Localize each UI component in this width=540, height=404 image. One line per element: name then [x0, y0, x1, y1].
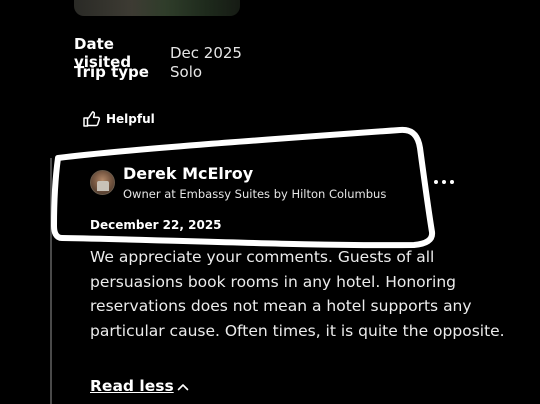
trip-type-value: Solo	[170, 63, 203, 81]
review-photo[interactable]	[74, 0, 240, 16]
helpful-button[interactable]: Helpful	[83, 111, 155, 127]
more-options-button[interactable]	[434, 174, 454, 190]
reply-divider	[50, 158, 52, 404]
reply-body: We appreciate your comments. Guests of a…	[90, 248, 505, 340]
date-visited-value: Dec 2025	[170, 44, 242, 62]
read-less-label: Read less	[90, 377, 174, 395]
trip-type-label: Trip type	[74, 63, 149, 81]
reply-date: December 22, 2025	[90, 218, 222, 232]
owner-avatar[interactable]	[90, 170, 115, 195]
helpful-label: Helpful	[106, 112, 155, 126]
more-dot	[442, 180, 446, 184]
thumbs-up-icon	[83, 111, 101, 127]
read-less-link[interactable]: Read less	[90, 377, 189, 395]
trip-type-row: Trip type Solo	[74, 63, 202, 81]
owner-name[interactable]: Derek McElroy	[123, 164, 253, 183]
review-page: Date visited Dec 2025 Trip type Solo Hel…	[0, 0, 540, 404]
more-horizontal-icon	[434, 180, 438, 184]
owner-role: Owner at Embassy Suites by Hilton Columb…	[123, 187, 387, 201]
more-dot	[450, 180, 454, 184]
chevron-up-icon	[177, 377, 189, 395]
